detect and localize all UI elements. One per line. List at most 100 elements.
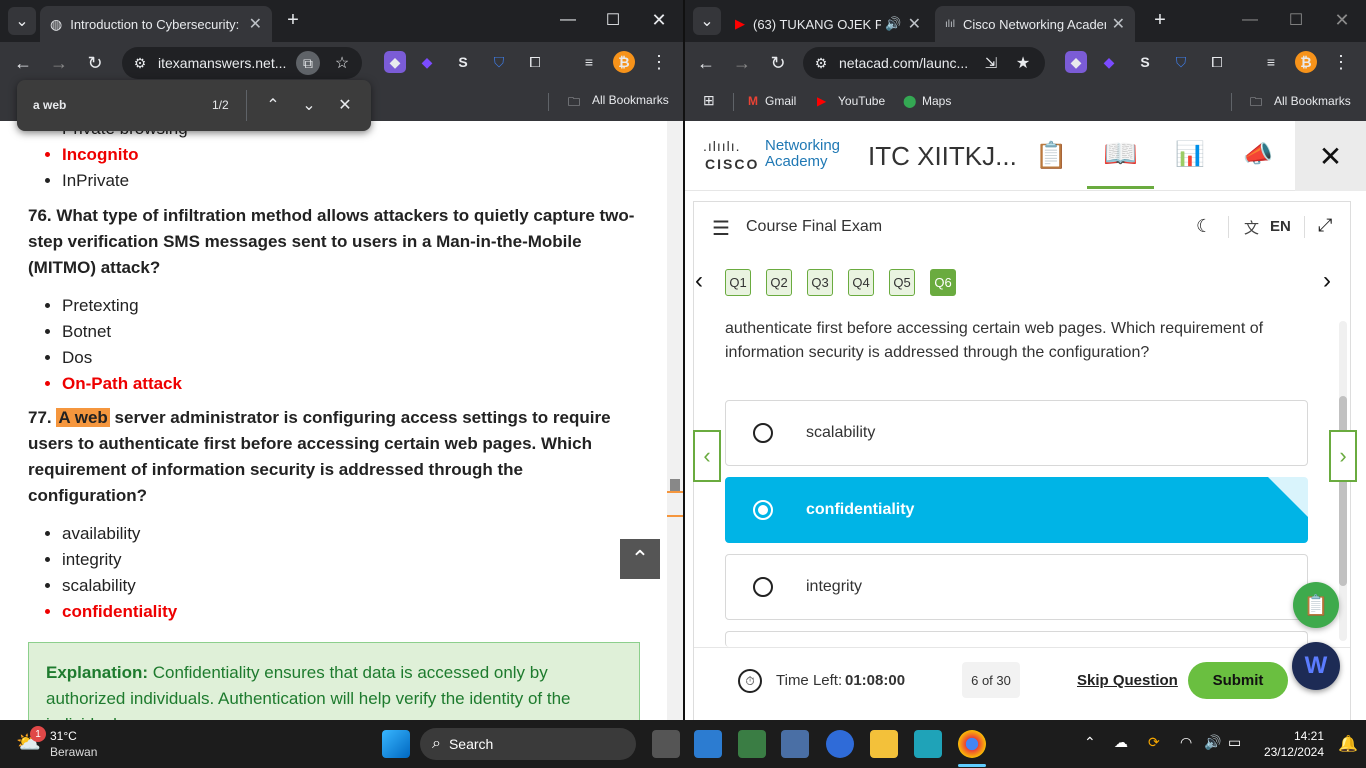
app-icon[interactable] [694, 730, 722, 758]
app-icon[interactable] [738, 730, 766, 758]
show-hidden-icons-icon[interactable]: ⌃ [1084, 734, 1096, 751]
language-selector[interactable]: EN [1270, 218, 1291, 235]
find-next-icon[interactable]: ⌄ [298, 94, 320, 116]
battery-icon[interactable]: ▭ [1228, 734, 1241, 751]
question-tab-q5[interactable]: Q5 [889, 269, 915, 296]
clock-time[interactable]: 14:21 [1276, 729, 1324, 743]
question-tab-q3[interactable]: Q3 [807, 269, 833, 296]
assistant-bot-icon[interactable]: W [1292, 642, 1340, 690]
extension-purple-icon[interactable]: ◆ [416, 51, 438, 73]
megaphone-icon[interactable]: 📣 [1243, 140, 1273, 169]
find-previous-icon[interactable]: ⌃ [262, 94, 284, 116]
media-icon[interactable]: ≡ [1260, 51, 1282, 73]
new-tab-icon[interactable]: + [280, 6, 306, 34]
dark-mode-icon[interactable]: ☾ [1196, 216, 1212, 237]
question-tab-q2[interactable]: Q2 [766, 269, 792, 296]
forward-icon[interactable]: → [46, 50, 72, 76]
fullscreen-icon[interactable]: ⤢ [1318, 215, 1332, 236]
find-input[interactable]: a web [33, 98, 66, 112]
maximize-icon[interactable]: ☐ [1283, 6, 1309, 34]
speaker-icon[interactable]: 🔊 [885, 16, 901, 32]
close-course-icon[interactable]: ✕ [1295, 121, 1366, 191]
back-icon[interactable]: ← [693, 50, 719, 76]
question-tab-q1[interactable]: Q1 [725, 269, 751, 296]
side-prev-arrow-icon[interactable]: ‹ [693, 430, 721, 482]
tab-youtube[interactable]: ▶ (63) TUKANG OJEK PE 🔊 ✕ [725, 6, 931, 42]
media-icon[interactable]: ≡ [578, 51, 600, 73]
app-icon[interactable] [914, 730, 942, 758]
next-question-arrow-icon[interactable]: › [1323, 267, 1331, 295]
left-scrollbar[interactable] [667, 121, 683, 720]
menu-dots-icon[interactable]: ⋮ [648, 51, 670, 73]
back-icon[interactable]: ← [10, 50, 36, 76]
volume-icon[interactable]: 🔊 [1204, 734, 1221, 751]
wifi-icon[interactable]: ◠ [1180, 734, 1192, 751]
shield-icon[interactable]: ⛉ [1170, 51, 1192, 73]
answer-option-partial[interactable] [725, 631, 1308, 647]
lens-icon[interactable]: ⧉ [296, 51, 320, 75]
translate-icon[interactable]: 文 [1244, 217, 1259, 238]
all-bookmarks[interactable]: All Bookmarks [1274, 94, 1351, 108]
close-window-icon[interactable]: ✕ [646, 6, 672, 34]
radio-button[interactable] [753, 577, 773, 597]
radio-button[interactable] [753, 423, 773, 443]
windows-start-icon[interactable] [382, 730, 410, 758]
answer-option[interactable]: integrity [725, 554, 1308, 620]
tab-itexamanswers[interactable]: ◍ Introduction to Cybersecurity: C ✕ [40, 6, 272, 42]
apps-grid-icon[interactable]: ⊞ [703, 92, 715, 109]
bitcoin-icon[interactable]: ₿ [613, 51, 635, 73]
bookmark-maps[interactable]: Maps [922, 94, 951, 108]
address-bar[interactable]: ⚙ netacad.com/launc... ⇲ ★ [803, 47, 1045, 79]
submit-button[interactable]: Submit [1188, 662, 1288, 699]
site-info-icon[interactable]: ⚙ [813, 55, 829, 71]
virtualbox-icon[interactable] [781, 730, 809, 758]
tab-search-chevron-icon[interactable]: ⌄ [693, 7, 721, 35]
answer-option[interactable]: scalability [725, 400, 1308, 466]
puzzle-icon[interactable]: ⧠ [1206, 51, 1228, 73]
new-tab-icon[interactable]: + [1147, 6, 1173, 34]
site-info-icon[interactable]: ⚙ [132, 55, 148, 71]
notes-fab-icon[interactable]: 📋 [1293, 582, 1339, 628]
star-icon[interactable]: ☆ [330, 51, 354, 75]
close-tab-icon[interactable]: ✕ [908, 14, 921, 34]
hamburger-menu-icon[interactable]: ☰ [712, 216, 730, 241]
radio-button-selected[interactable] [753, 500, 773, 520]
book-icon[interactable]: 📖 [1087, 121, 1154, 189]
extension-s-icon[interactable]: S [452, 51, 474, 73]
minimize-icon[interactable]: — [1237, 6, 1263, 34]
puzzle-icon[interactable]: ⧠ [524, 51, 546, 73]
close-window-icon[interactable]: ✕ [1329, 6, 1355, 34]
extension-purple-icon[interactable]: ◆ [1098, 51, 1120, 73]
question-tab-q4[interactable]: Q4 [848, 269, 874, 296]
options-scrollbar-thumb[interactable] [1339, 396, 1347, 586]
minimize-icon[interactable]: — [555, 6, 581, 34]
forward-icon[interactable]: → [729, 50, 755, 76]
question-tab-q6[interactable]: Q6 [930, 269, 956, 296]
bitcoin-icon[interactable]: ₿ [1295, 51, 1317, 73]
reload-icon[interactable]: ↻ [765, 50, 791, 76]
chrome-icon[interactable] [958, 730, 986, 758]
side-next-arrow-icon[interactable]: › [1329, 430, 1357, 482]
extension-icon[interactable]: ◆ [1065, 51, 1087, 73]
clock-date[interactable]: 23/12/2024 [1260, 745, 1324, 759]
skip-question-link[interactable]: Skip Question [1077, 672, 1178, 689]
task-view-icon[interactable] [652, 730, 680, 758]
file-explorer-icon[interactable] [870, 730, 898, 758]
scroll-to-top-button[interactable]: ⌃ [620, 539, 660, 579]
tab-search-chevron-icon[interactable]: ⌄ [8, 7, 36, 35]
address-bar[interactable]: ⚙ itexamanswers.net... ⧉ ☆ [122, 47, 362, 79]
clipboard-icon[interactable]: 📋 [1035, 140, 1067, 171]
reload-icon[interactable]: ↻ [82, 50, 108, 76]
menu-dots-icon[interactable]: ⋮ [1330, 51, 1352, 73]
find-close-icon[interactable]: ✕ [334, 94, 356, 116]
extension-s-icon[interactable]: S [1134, 51, 1156, 73]
sync-icon[interactable]: ⟳ [1148, 734, 1160, 751]
previous-question-arrow-icon[interactable]: ‹ [695, 267, 703, 295]
chart-icon[interactable]: 📊 [1175, 140, 1205, 169]
answer-option-selected[interactable]: confidentiality [725, 477, 1308, 543]
taskbar-search[interactable]: ⌕ Search [420, 728, 636, 760]
shield-icon[interactable]: ⛉ [488, 51, 510, 73]
bookmark-gmail[interactable]: Gmail [765, 94, 796, 108]
notification-icon[interactable]: 🔔 [1338, 734, 1358, 754]
all-bookmarks[interactable]: All Bookmarks [592, 93, 669, 107]
